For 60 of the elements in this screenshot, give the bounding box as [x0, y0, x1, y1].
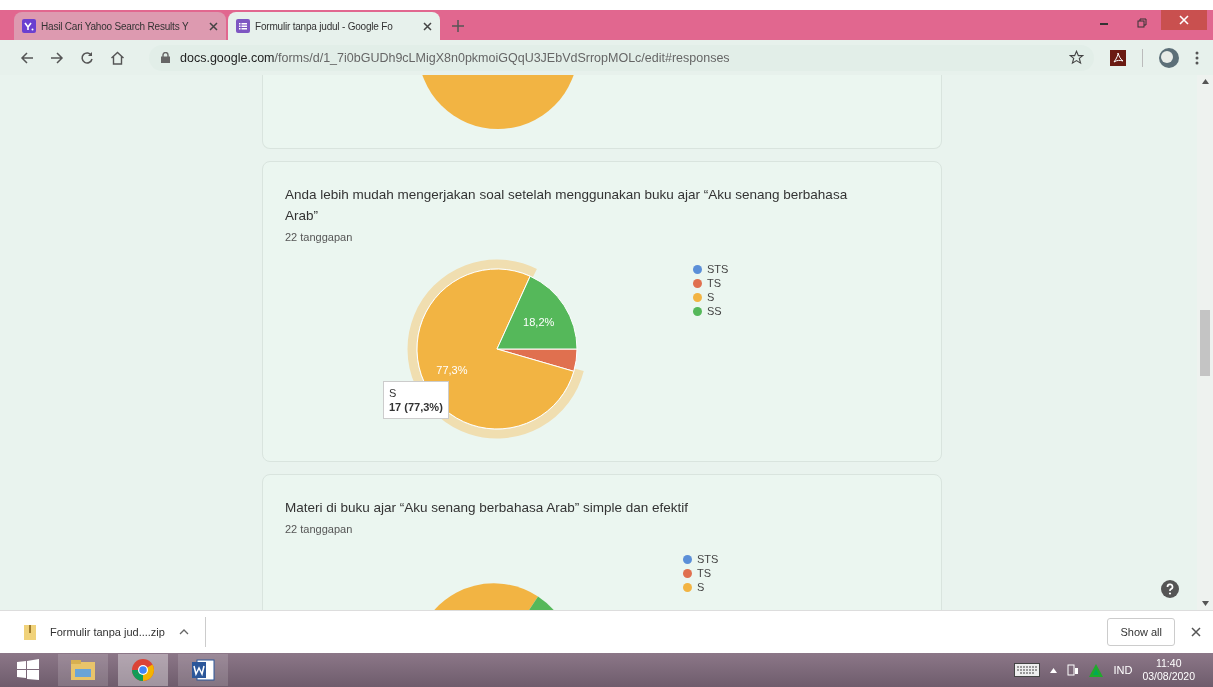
close-icon	[1179, 15, 1189, 25]
question-title: Anda lebih mudah mengerjakan soal setelah menggunakan buku ajar “Aku senang berbahasa Arab”	[285, 186, 849, 225]
legend-dot	[693, 278, 702, 288]
scroll-down-icon[interactable]	[1201, 601, 1209, 606]
legend-dot	[693, 306, 702, 316]
address-field[interactable]: docs.google.com/forms/d/1_7i0bGUDh9cLMigX8n0pkmoiGQqU3JEbVdSrropMOLc/edit#responses	[149, 44, 1094, 71]
tab-title: Formulir tanpa judul - Google Fo	[255, 20, 394, 32]
star-icon[interactable]	[1069, 50, 1084, 65]
reload-icon[interactable]	[80, 50, 94, 65]
question-title: Materi di buku ajar “Aku senang berbahasa Arab” simple dan efektif	[285, 499, 689, 517]
lock-icon	[161, 52, 170, 63]
show-all-button[interactable]: Show all	[1107, 618, 1175, 646]
scrollbar-thumb[interactable]	[1200, 310, 1210, 376]
legend-dot	[693, 292, 702, 302]
close-icon[interactable]	[423, 21, 432, 31]
tray-expand-icon[interactable]	[1050, 667, 1058, 673]
zip-file-icon	[24, 624, 36, 640]
slice-label: 77,3%	[436, 363, 468, 376]
response-count: 22 tanggapan	[285, 231, 354, 243]
network-icon[interactable]	[1067, 663, 1080, 677]
yahoo-logo-icon	[22, 19, 36, 33]
tab-title: Hasil Cari Yahoo Search Results Y	[41, 20, 190, 32]
clock[interactable]: 11:40 03/08/2020	[1142, 657, 1195, 683]
browser-tab[interactable]: Hasil Cari Yahoo Search Results Y	[14, 12, 226, 40]
legend-dot	[693, 264, 702, 274]
language-indicator[interactable]: IND	[1113, 664, 1133, 676]
scroll-up-icon[interactable]	[1201, 79, 1209, 84]
legend-label: SS	[707, 305, 722, 317]
legend-label: S	[697, 581, 705, 593]
restore-icon[interactable]	[1137, 18, 1147, 28]
legend-label: STS	[707, 263, 729, 275]
forms-icon	[236, 19, 250, 33]
legend-label: STS	[697, 553, 719, 565]
response-count: 22 tanggapan	[285, 523, 354, 535]
legend-label: TS	[697, 567, 712, 579]
back-icon[interactable]	[20, 50, 34, 65]
tooltip-category: S	[389, 387, 398, 399]
home-icon[interactable]	[110, 50, 125, 65]
slice-label: 18,2%	[523, 316, 555, 329]
word-button[interactable]	[178, 654, 228, 686]
file-explorer-button[interactable]	[58, 654, 108, 686]
chrome-icon	[131, 658, 155, 682]
keyboard-icon[interactable]	[1014, 663, 1041, 677]
menu-icon[interactable]	[1195, 50, 1199, 65]
close-icon[interactable]	[209, 21, 218, 31]
browser-tab[interactable]: Formulir tanpa judul - Google Fo	[228, 12, 440, 40]
caret-icon	[178, 629, 189, 635]
download-item[interactable]: Formulir tanpa jud....zip	[24, 617, 206, 647]
help-button[interactable]	[1161, 580, 1179, 598]
legend-label: S	[707, 291, 715, 303]
forward-icon[interactable]	[50, 50, 64, 65]
tooltip-value: 17 (77,3%)	[389, 401, 443, 413]
profile-avatar-icon[interactable]	[1159, 47, 1179, 68]
legend-label: TS	[707, 277, 722, 289]
pdf-extension-icon[interactable]	[1110, 49, 1126, 66]
word-icon	[191, 658, 215, 682]
close-window-button[interactable]	[1161, 10, 1207, 30]
folder-icon	[70, 659, 96, 681]
scrollbar[interactable]	[1197, 75, 1213, 610]
close-icon[interactable]	[1191, 627, 1201, 637]
